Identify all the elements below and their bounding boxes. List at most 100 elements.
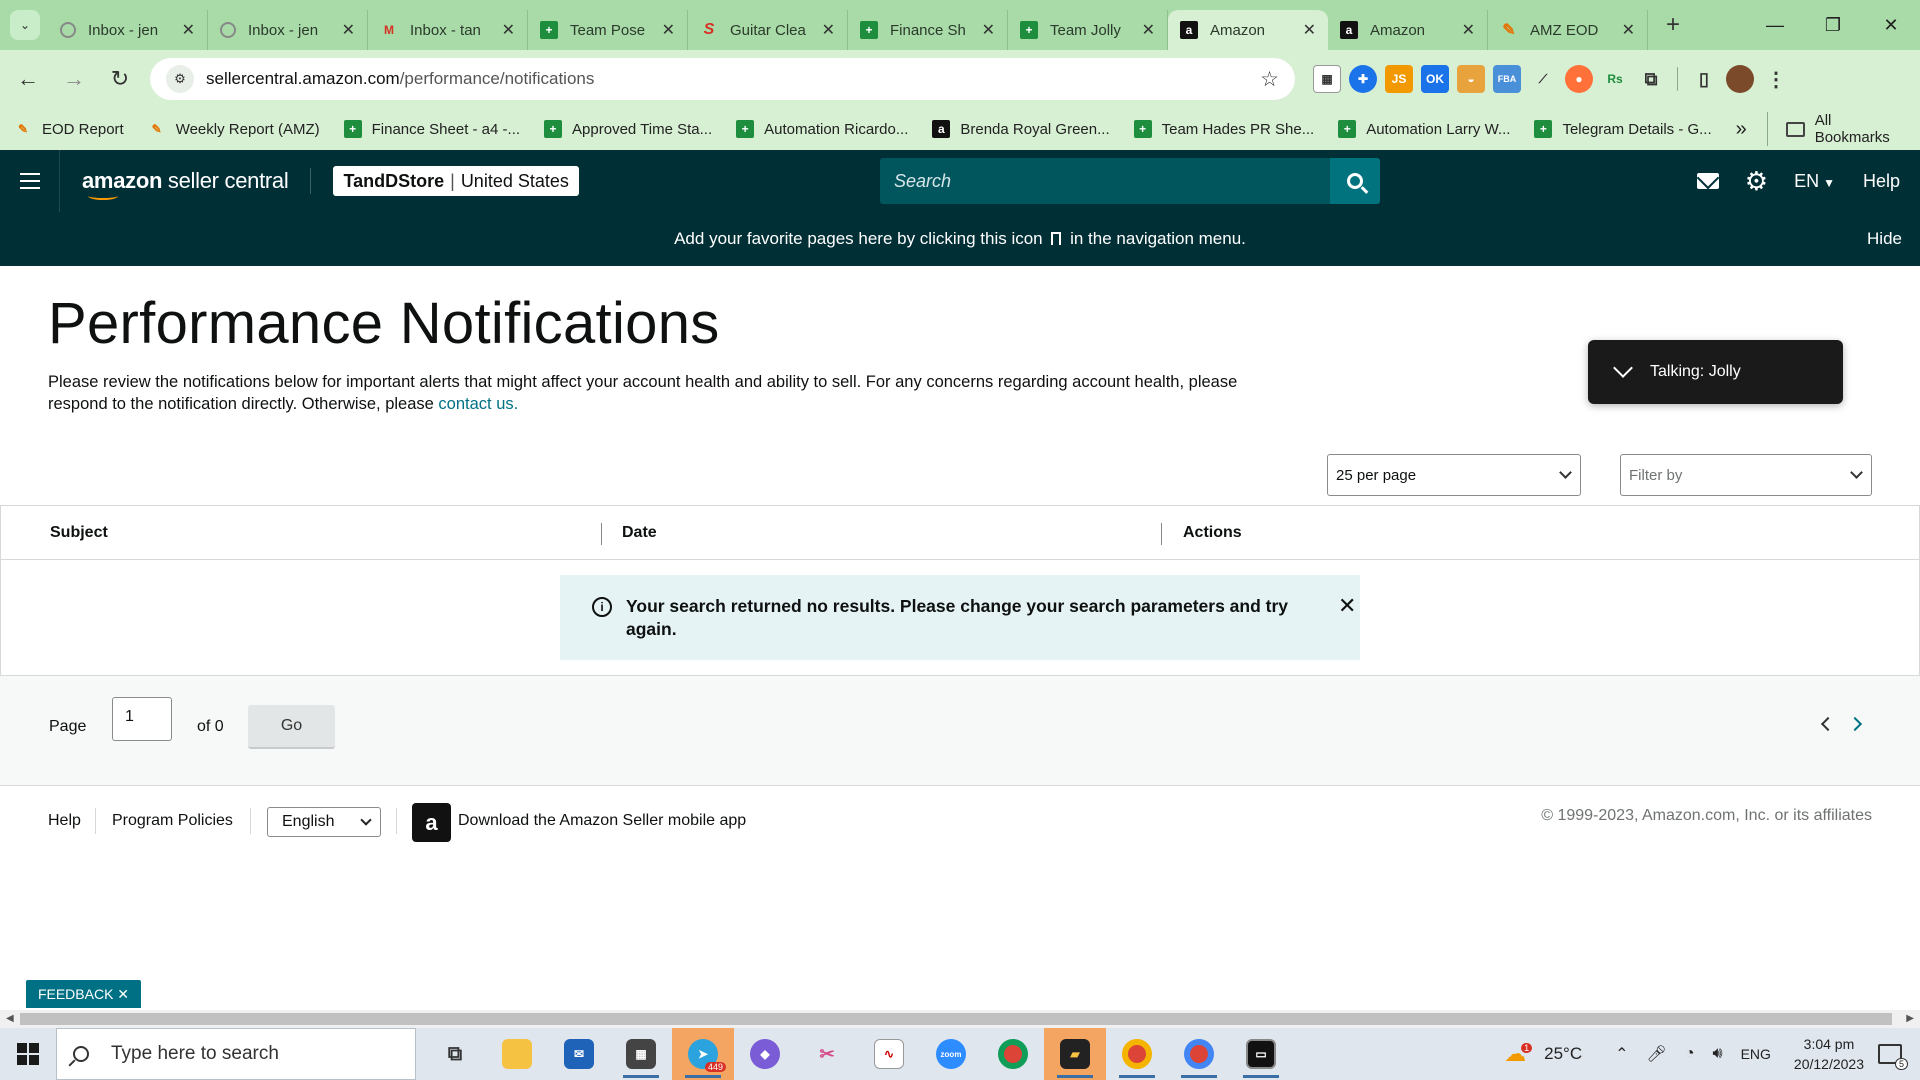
tab-search-button[interactable]: ⌄	[10, 10, 40, 40]
browser-tab[interactable]: + Team Jolly ✕	[1008, 10, 1168, 50]
more-bookmarks-icon[interactable]: »	[1736, 118, 1747, 141]
close-window-icon[interactable]: ✕	[1862, 0, 1920, 50]
firefox-extension-icon[interactable]: ●	[1565, 65, 1593, 93]
browser-tab[interactable]: + Team Pose ✕	[528, 10, 688, 50]
bookmark-item[interactable]: + Team Hades PR She...	[1133, 120, 1314, 138]
bookmark-star-icon[interactable]: ☆	[1260, 67, 1279, 92]
column-header-date[interactable]: Date	[622, 524, 657, 542]
column-header-subject[interactable]: Subject	[50, 524, 108, 542]
chrome-profile-icon[interactable]	[1168, 1028, 1230, 1080]
bookmark-item[interactable]: + Automation Larry W...	[1338, 120, 1510, 138]
mail-app-icon[interactable]: ✉	[548, 1028, 610, 1080]
notification-center-icon[interactable]: 5	[1878, 1044, 1908, 1070]
weather-icon[interactable]: ☁ 1	[1504, 1041, 1533, 1067]
input-language[interactable]: ENG	[1741, 1046, 1771, 1062]
chevron-left-icon[interactable]	[1820, 716, 1836, 732]
amazon-seller-app-icon[interactable]: a	[412, 803, 451, 842]
browser-tab[interactable]: a Amazon ✕	[1328, 10, 1488, 50]
bookmark-item[interactable]: + Telegram Details - G...	[1534, 120, 1712, 138]
column-header-actions[interactable]: Actions	[1183, 524, 1242, 542]
cake-extension-icon[interactable]: ◒	[1457, 65, 1485, 93]
close-tab-icon[interactable]: ✕	[182, 20, 195, 40]
browser-tab[interactable]: Inbox - jen ✕	[208, 10, 368, 50]
browser-tab[interactable]: Inbox - jen ✕	[48, 10, 208, 50]
file-explorer-icon[interactable]	[486, 1028, 548, 1080]
footer-help-link[interactable]: Help	[48, 812, 81, 830]
url-text[interactable]: sellercentral.amazon.com/performance/not…	[206, 69, 1260, 89]
temperature[interactable]: 25°C	[1544, 1044, 1582, 1064]
close-tab-icon[interactable]: ✕	[1462, 20, 1475, 40]
terminal-icon[interactable]: ▭	[1230, 1028, 1292, 1080]
restore-icon[interactable]: ❐	[1804, 0, 1862, 50]
bookmark-item[interactable]: a Brenda Royal Green...	[932, 120, 1110, 138]
task-view-icon[interactable]: ⧉	[424, 1028, 486, 1080]
per-page-select[interactable]: 25 per page	[1327, 454, 1581, 496]
clock[interactable]: 3:04 pm 20/12/2023	[1794, 1034, 1864, 1074]
microphone-icon[interactable]: 🎤︎	[1647, 1044, 1667, 1064]
ok-extension-icon[interactable]: OK	[1421, 65, 1449, 93]
browser-tab[interactable]: S Guitar Clea ✕	[688, 10, 848, 50]
feedback-button[interactable]: FEEDBACK ✕	[26, 980, 141, 1008]
puzzle-extensions-icon[interactable]: ⧉	[1637, 65, 1665, 93]
minimize-icon[interactable]: —	[1746, 0, 1804, 50]
browser-tab[interactable]: ✎ AMZ EOD ✕	[1488, 10, 1648, 50]
calculator-icon[interactable]: ▦	[610, 1028, 672, 1080]
close-tab-icon[interactable]: ✕	[1622, 20, 1635, 40]
qr-extension-icon[interactable]: ▦	[1313, 65, 1341, 93]
telegram-icon[interactable]: ➤ 449	[672, 1028, 734, 1080]
chevron-up-icon[interactable]: ⌃	[1615, 1044, 1628, 1064]
reload-icon[interactable]: ↻	[102, 61, 138, 97]
snipping-tool-icon[interactable]: ✂	[796, 1028, 858, 1080]
zoom-icon[interactable]: zoom	[920, 1028, 982, 1080]
js-extension-icon[interactable]: JS	[1385, 65, 1413, 93]
close-tab-icon[interactable]: ✕	[1303, 20, 1316, 40]
more-menu-icon[interactable]: ⋮	[1762, 65, 1790, 93]
hamburger-menu-icon[interactable]	[0, 150, 60, 212]
page-number-input[interactable]: 1	[112, 697, 172, 741]
forward-icon[interactable]: →	[56, 61, 92, 97]
close-tab-icon[interactable]: ✕	[662, 20, 675, 40]
bookmark-item[interactable]: ✎ Weekly Report (AMZ)	[148, 120, 320, 138]
address-bar[interactable]: ⚙ sellercentral.amazon.com/performance/n…	[150, 58, 1295, 100]
bookmark-item[interactable]: ✎ EOD Report	[14, 120, 124, 138]
back-icon[interactable]: ←	[10, 61, 46, 97]
close-tab-icon[interactable]: ✕	[822, 20, 835, 40]
close-icon[interactable]: ✕	[1338, 593, 1356, 660]
rs-extension-icon[interactable]: Rs	[1601, 65, 1629, 93]
search-button[interactable]	[1330, 158, 1380, 204]
settings-gear-icon[interactable]: ⚙	[1745, 166, 1768, 197]
close-tab-icon[interactable]: ✕	[502, 20, 515, 40]
pen-extension-icon[interactable]: ⟋	[1529, 65, 1557, 93]
new-tab-button[interactable]: +	[1656, 8, 1690, 42]
browser-tab-active[interactable]: a Amazon ✕	[1168, 10, 1328, 50]
scroll-left-icon[interactable]: ◀	[6, 1013, 14, 1024]
contact-us-link[interactable]: contact us.	[438, 395, 518, 413]
close-tab-icon[interactable]: ✕	[342, 20, 355, 40]
help-link[interactable]: Help	[1863, 171, 1900, 192]
bookmark-item[interactable]: + Approved Time Sta...	[544, 120, 712, 138]
browser-tab[interactable]: M Inbox - tan ✕	[368, 10, 528, 50]
scroll-right-icon[interactable]: ▶	[1906, 1013, 1914, 1024]
chrome-icon[interactable]	[982, 1028, 1044, 1080]
seller-central-logo[interactable]: amazon seller central	[82, 168, 312, 200]
scrollbar-thumb[interactable]	[20, 1013, 1892, 1025]
chrome-profile-icon[interactable]	[1106, 1028, 1168, 1080]
voice-recorder-icon[interactable]: ∿	[858, 1028, 920, 1080]
site-info-icon[interactable]: ⚙	[166, 65, 194, 93]
talking-widget[interactable]: Talking: Jolly	[1588, 340, 1843, 404]
gear-extension-icon[interactable]: ✚	[1349, 65, 1377, 93]
language-selector[interactable]: EN ▼	[1794, 171, 1835, 192]
mail-icon[interactable]	[1696, 173, 1719, 189]
download-app-link[interactable]: Download the Amazon Seller mobile app	[458, 812, 746, 830]
side-panel-icon[interactable]: ▯	[1690, 65, 1718, 93]
wifi-icon[interactable]: ◔	[1685, 1045, 1695, 1063]
search-input[interactable]: Search	[880, 158, 1330, 204]
all-bookmarks-button[interactable]: All Bookmarks	[1766, 112, 1904, 146]
store-switcher[interactable]: TandDStore | United States	[333, 166, 579, 196]
program-policies-link[interactable]: Program Policies	[112, 812, 233, 830]
close-tab-icon[interactable]: ✕	[1142, 20, 1155, 40]
profile-avatar[interactable]	[1726, 65, 1754, 93]
chevron-down-icon[interactable]	[1613, 358, 1633, 378]
copilot-icon[interactable]: ◆	[734, 1028, 796, 1080]
horizontal-scrollbar[interactable]: ◀ ▶	[0, 1010, 1920, 1028]
